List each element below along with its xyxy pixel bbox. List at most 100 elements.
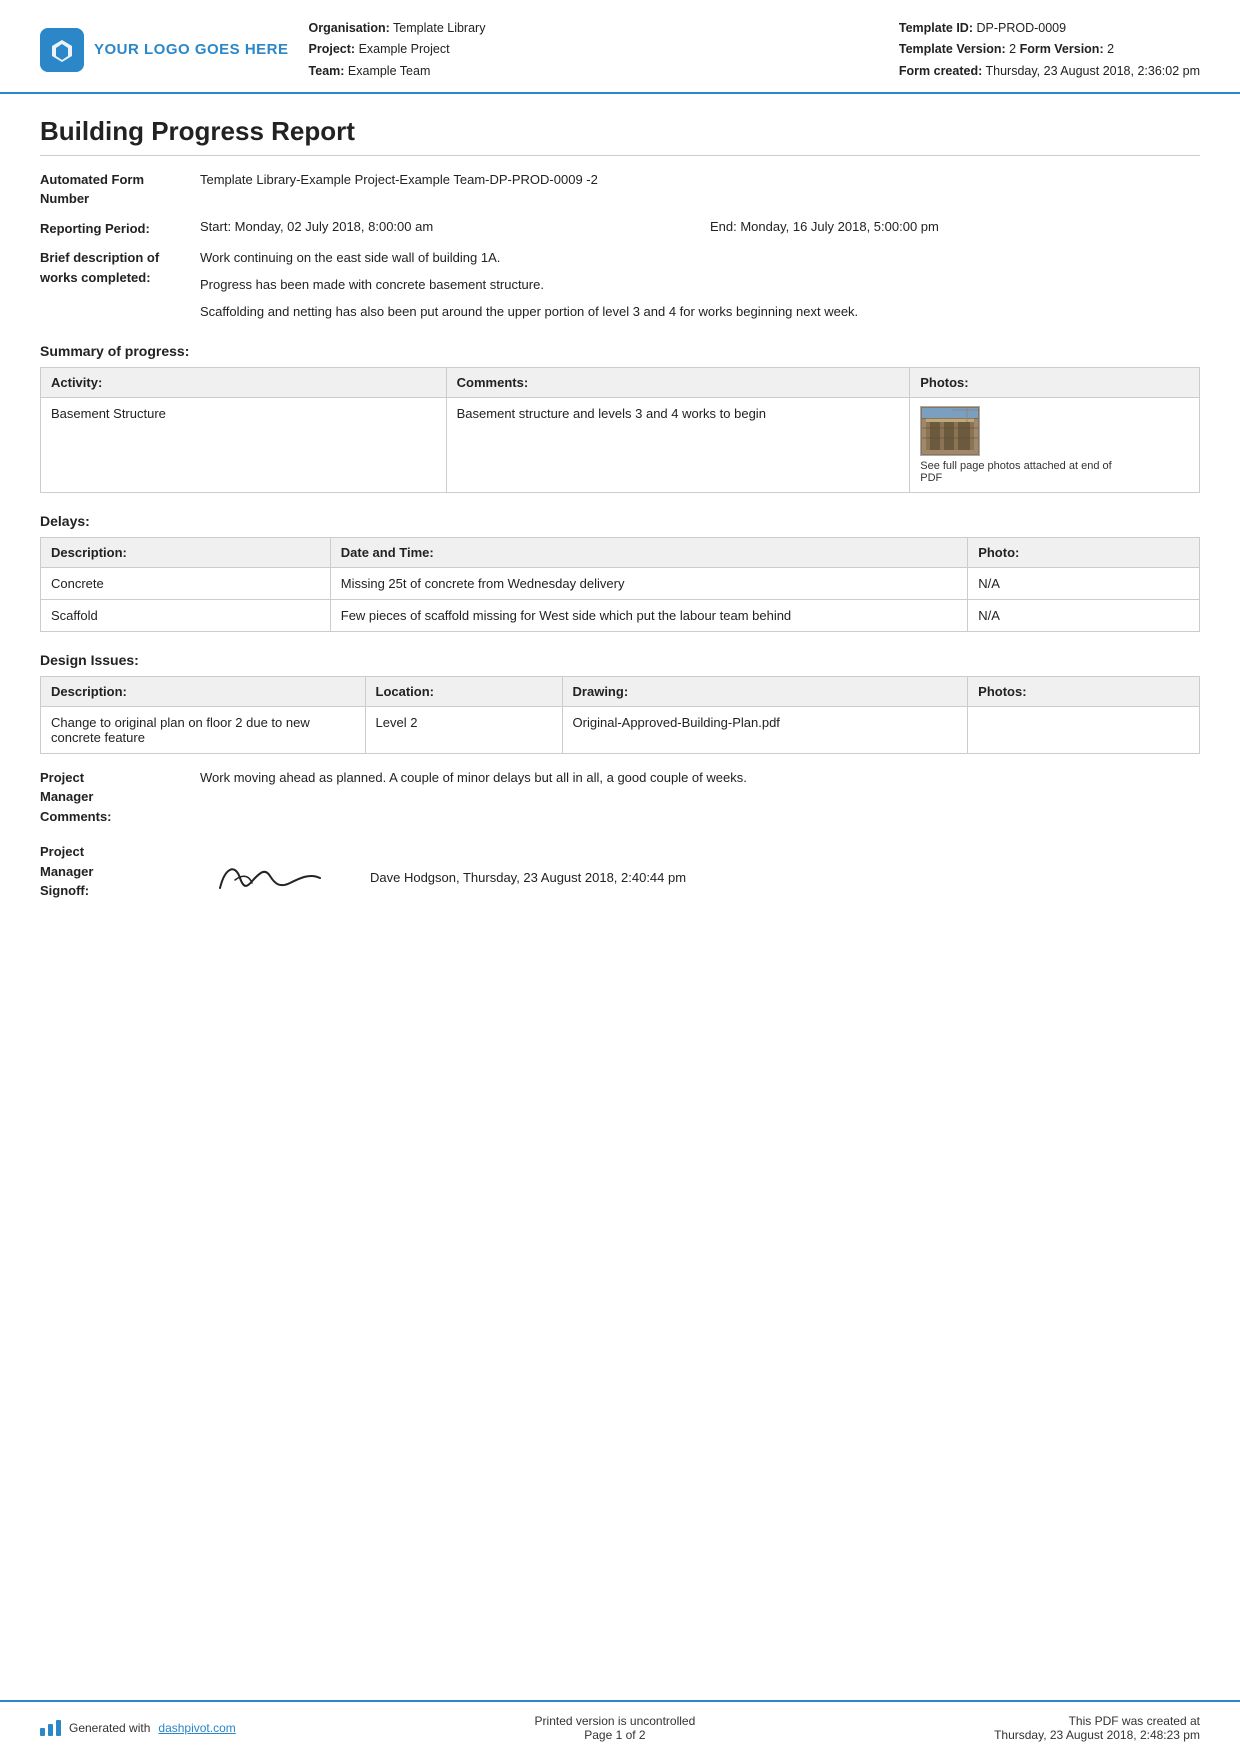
header-meta-right: Template ID: DP-PROD-0009 Template Versi… [899, 18, 1200, 82]
bar-3 [56, 1720, 61, 1736]
photo-thumbnail [920, 406, 980, 456]
delays-photo-1: N/A [968, 567, 1200, 599]
reporting-period-label: Reporting Period: [40, 219, 200, 239]
team-value: Example Team [348, 64, 430, 78]
design-issues-header-row: Description: Location: Drawing: Photos: [41, 676, 1200, 706]
template-id-row: Template ID: DP-PROD-0009 [899, 18, 1200, 39]
photo-caption: See full page photos attached at end of … [920, 460, 1120, 484]
design-drawing-1: Original-Approved-Building-Plan.pdf [562, 706, 968, 753]
project-value: Example Project [359, 42, 450, 56]
summary-table-header-row: Activity: Comments: Photos: [41, 367, 1200, 397]
delays-table: Description: Date and Time: Photo: Concr… [40, 537, 1200, 632]
form-number-label: Automated Form Number [40, 170, 200, 209]
delays-desc-1: Concrete [41, 567, 331, 599]
delays-row-1: Concrete Missing 25t of concrete from We… [41, 567, 1200, 599]
delays-col-datetime: Date and Time: [330, 537, 967, 567]
footer-left: Generated with dashpivot.com [40, 1720, 236, 1736]
form-created-value: Thursday, 23 August 2018, 2:36:02 pm [986, 64, 1201, 78]
form-version-value: 2 [1107, 42, 1114, 56]
design-desc-1: Change to original plan on floor 2 due t… [41, 706, 366, 753]
generated-text: Generated with [69, 1721, 150, 1735]
photo-cell: See full page photos attached at end of … [920, 406, 1189, 484]
project-label: Project: [309, 42, 356, 56]
brief-desc-line-1: Work continuing on the east side wall of… [200, 248, 1200, 269]
summary-section-title: Summary of progress: [40, 343, 1200, 359]
report-title: Building Progress Report [40, 116, 1200, 156]
design-col-drawing: Drawing: [562, 676, 968, 706]
design-location-1: Level 2 [365, 706, 562, 753]
design-issues-table: Description: Location: Drawing: Photos: … [40, 676, 1200, 754]
summary-table: Activity: Comments: Photos: Basement Str… [40, 367, 1200, 493]
org-value: Template Library [393, 21, 485, 35]
delays-section-title: Delays: [40, 513, 1200, 529]
pm-comments-label: ProjectManagerComments: [40, 768, 200, 827]
summary-row-1: Basement Structure Basement structure an… [41, 397, 1200, 492]
pm-signoff-row: ProjectManagerSignoff: Dave Hodgson, Thu… [40, 842, 1200, 908]
template-version-row: Template Version: 2 Form Version: 2 [899, 39, 1200, 60]
template-version-label: Template Version: [899, 42, 1006, 56]
design-col-photos: Photos: [968, 676, 1200, 706]
signature-area: Dave Hodgson, Thursday, 23 August 2018, … [200, 848, 1200, 908]
reporting-start: Start: Monday, 02 July 2018, 8:00:00 am [200, 219, 690, 234]
logo-box: YOUR LOGO GOES HERE [40, 28, 289, 72]
page-spacer [0, 1319, 1240, 1700]
team-label: Team: [309, 64, 345, 78]
delays-col-photo: Photo: [968, 537, 1200, 567]
form-number-row: Automated Form Number Template Library-E… [40, 170, 1200, 209]
reporting-end: End: Monday, 16 July 2018, 5:00:00 pm [710, 219, 1200, 234]
footer-page: Page 1 of 2 [535, 1728, 696, 1742]
summary-comments-1: Basement structure and levels 3 and 4 wo… [446, 397, 910, 492]
logo-icon [40, 28, 84, 72]
signature-name: Dave Hodgson, Thursday, 23 August 2018, … [370, 848, 686, 889]
summary-col-activity: Activity: [41, 367, 447, 397]
org-label: Organisation: [309, 21, 390, 35]
design-col-location: Location: [365, 676, 562, 706]
form-created-label: Form created: [899, 64, 982, 78]
logo-area: YOUR LOGO GOES HERE [40, 18, 289, 82]
form-number-value: Template Library-Example Project-Example… [200, 170, 1200, 191]
page-header: YOUR LOGO GOES HERE Organisation: Templa… [0, 0, 1240, 94]
delays-col-desc: Description: [41, 537, 331, 567]
summary-col-photos: Photos: [910, 367, 1200, 397]
delays-datetime-2: Few pieces of scaffold missing for West … [330, 599, 967, 631]
form-created-row: Form created: Thursday, 23 August 2018, … [899, 61, 1200, 82]
bar-1 [40, 1728, 45, 1736]
pm-signoff-label: ProjectManagerSignoff: [40, 842, 200, 901]
dashpivot-icon [40, 1720, 61, 1736]
header-meta-center: Organisation: Template Library Project: … [309, 18, 899, 82]
summary-activity-1: Basement Structure [41, 397, 447, 492]
delays-datetime-1: Missing 25t of concrete from Wednesday d… [330, 567, 967, 599]
delays-header-row: Description: Date and Time: Photo: [41, 537, 1200, 567]
brief-desc-label: Brief description of works completed: [40, 248, 200, 287]
design-photos-1 [968, 706, 1200, 753]
delays-row-2: Scaffold Few pieces of scaffold missing … [41, 599, 1200, 631]
bar-2 [48, 1724, 53, 1736]
pm-signoff-area: Dave Hodgson, Thursday, 23 August 2018, … [200, 842, 1200, 908]
footer-center: Printed version is uncontrolled Page 1 o… [535, 1714, 696, 1742]
pm-comments-value: Work moving ahead as planned. A couple o… [200, 768, 1200, 789]
page-wrapper: YOUR LOGO GOES HERE Organisation: Templa… [0, 0, 1240, 1754]
pm-comments-row: ProjectManagerComments: Work moving ahea… [40, 768, 1200, 827]
team-row: Team: Example Team [309, 61, 899, 82]
main-content: Building Progress Report Automated Form … [0, 94, 1240, 1319]
delays-desc-2: Scaffold [41, 599, 331, 631]
project-row: Project: Example Project [309, 39, 899, 60]
design-issues-section-title: Design Issues: [40, 652, 1200, 668]
footer-right-text: This PDF was created at [994, 1714, 1200, 1728]
template-version-value: 2 [1009, 42, 1016, 56]
reporting-period-row: Reporting Period: Start: Monday, 02 July… [40, 219, 1200, 239]
reporting-period-values: Start: Monday, 02 July 2018, 8:00:00 am … [200, 219, 1200, 234]
signature-image [200, 848, 340, 908]
brief-desc-row: Brief description of works completed: Wo… [40, 248, 1200, 322]
template-id-label: Template ID: [899, 21, 973, 35]
summary-photos-1: See full page photos attached at end of … [910, 397, 1200, 492]
design-col-desc: Description: [41, 676, 366, 706]
brief-desc-value: Work continuing on the east side wall of… [200, 248, 1200, 322]
brief-desc-line-3: Scaffolding and netting has also been pu… [200, 302, 1200, 323]
org-row: Organisation: Template Library [309, 18, 899, 39]
summary-col-comments: Comments: [446, 367, 910, 397]
design-issues-row-1: Change to original plan on floor 2 due t… [41, 706, 1200, 753]
brief-desc-line-2: Progress has been made with concrete bas… [200, 275, 1200, 296]
page-footer: Generated with dashpivot.com Printed ver… [0, 1700, 1240, 1754]
footer-link[interactable]: dashpivot.com [158, 1721, 235, 1735]
